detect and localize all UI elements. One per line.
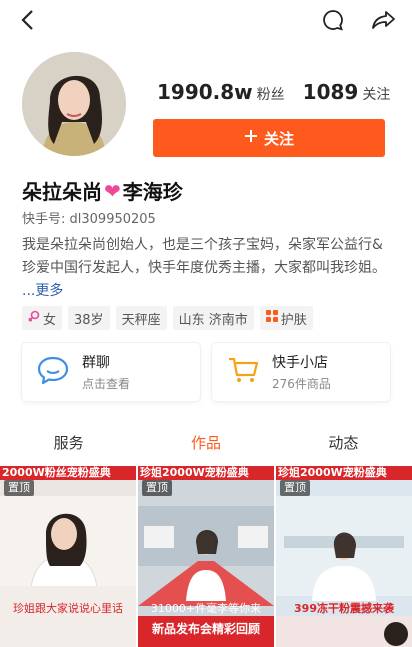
profile-tags: 女 38岁 天秤座 山东 济南市 护肤 — [22, 306, 313, 330]
tag-zodiac: 天秤座 — [115, 306, 167, 330]
shop-card[interactable]: 快手小店 276件商品 — [212, 343, 390, 401]
follow-button[interactable]: 关注 — [153, 119, 385, 157]
name-right: 李海珍 — [122, 180, 183, 204]
plus-icon — [244, 129, 258, 147]
group-chat-card[interactable]: 群聊 点击查看 — [22, 343, 200, 401]
tab-services[interactable]: 服务 — [0, 432, 137, 458]
pinned-badge: 置顶 — [4, 480, 34, 496]
group-chat-title: 群聊 — [82, 355, 110, 371]
bio: 我是朵拉朵尚创始人，也是三个孩子宝妈，朵家军公益行&珍爱中国行发起人，快手年度优… — [22, 234, 394, 303]
video-thumbnail[interactable]: 珍姐2000W宠粉盛典 置顶 399冻干粉震撼来袭 — [276, 466, 412, 647]
name-left: 朵拉朵尚 — [22, 180, 102, 204]
fans-label[interactable]: 粉丝 — [257, 84, 285, 104]
bio-text: 我是朵拉朵尚创始人，也是三个孩子宝妈，朵家军公益行&珍爱中国行发起人，快手年度优… — [22, 237, 386, 276]
tag-gender: 女 — [22, 306, 63, 330]
female-icon — [28, 310, 40, 326]
video-caption: 399冻干粉震撼来袭 — [294, 602, 394, 615]
tab-works[interactable]: 作品 — [137, 432, 274, 458]
shop-title: 快手小店 — [272, 355, 328, 371]
avatar[interactable] — [22, 52, 126, 156]
chat-bubble-icon — [36, 355, 70, 389]
video-caption: 珍姐跟大家说说心里话 — [13, 602, 123, 615]
video-banner: 2000W粉丝宠粉盛典 — [0, 466, 136, 480]
kuaishou-id[interactable]: 快手号: dl309950205 — [22, 208, 156, 227]
pinned-badge: 置顶 — [280, 480, 310, 496]
heart-icon: ❤ — [104, 178, 121, 203]
bio-more-link[interactable]: ...更多 — [22, 283, 63, 299]
top-bar — [0, 0, 412, 40]
video-banner: 珍姐2000W宠粉盛典 — [276, 466, 412, 480]
category-icon — [265, 310, 278, 326]
comment-icon[interactable] — [319, 6, 347, 34]
back-icon[interactable] — [14, 6, 42, 34]
tag-age: 38岁 — [68, 306, 110, 330]
following-count[interactable]: 1089 — [303, 80, 359, 104]
tag-category: 护肤 — [259, 306, 313, 330]
video-thumbnail[interactable]: 2000W粉丝宠粉盛典 置顶 珍姐跟大家说说心里话 — [0, 466, 136, 647]
shop-subtitle: 276件商品 — [272, 377, 331, 391]
profile-tabs: 服务 作品 动态 — [0, 432, 412, 458]
follow-button-label: 关注 — [263, 129, 294, 148]
pinned-badge: 置顶 — [142, 480, 172, 496]
video-banner: 珍姐2000W宠粉盛典 — [138, 466, 274, 480]
group-chat-subtitle: 点击查看 — [82, 377, 131, 391]
share-icon[interactable] — [370, 6, 398, 34]
video-caption: 31000+件毫李等你来 — [150, 602, 262, 615]
tag-category-label: 护肤 — [280, 312, 307, 328]
video-caption-secondary: 新品发布会精彩回顾 — [151, 622, 260, 636]
video-grid: 2000W粉丝宠粉盛典 置顶 珍姐跟大家说说心里话 珍姐2000W宠粉盛典 置顶… — [0, 466, 412, 647]
video-thumbnail[interactable]: 珍姐2000W宠粉盛典 置顶 31000+件毫李等你来 新品发布会精彩回顾 — [138, 466, 274, 647]
fans-count[interactable]: 1990.8w — [157, 80, 253, 104]
profile-stats: 1990.8w 粉丝 1089 关注 — [157, 80, 404, 104]
shopping-cart-icon — [226, 355, 260, 389]
tab-moments[interactable]: 动态 — [275, 432, 412, 458]
tag-gender-label: 女 — [43, 312, 57, 328]
tag-location: 山东 济南市 — [172, 306, 254, 330]
profile-name: 朵拉朵尚 ❤ 李海珍 — [22, 176, 183, 205]
following-label[interactable]: 关注 — [362, 84, 390, 104]
